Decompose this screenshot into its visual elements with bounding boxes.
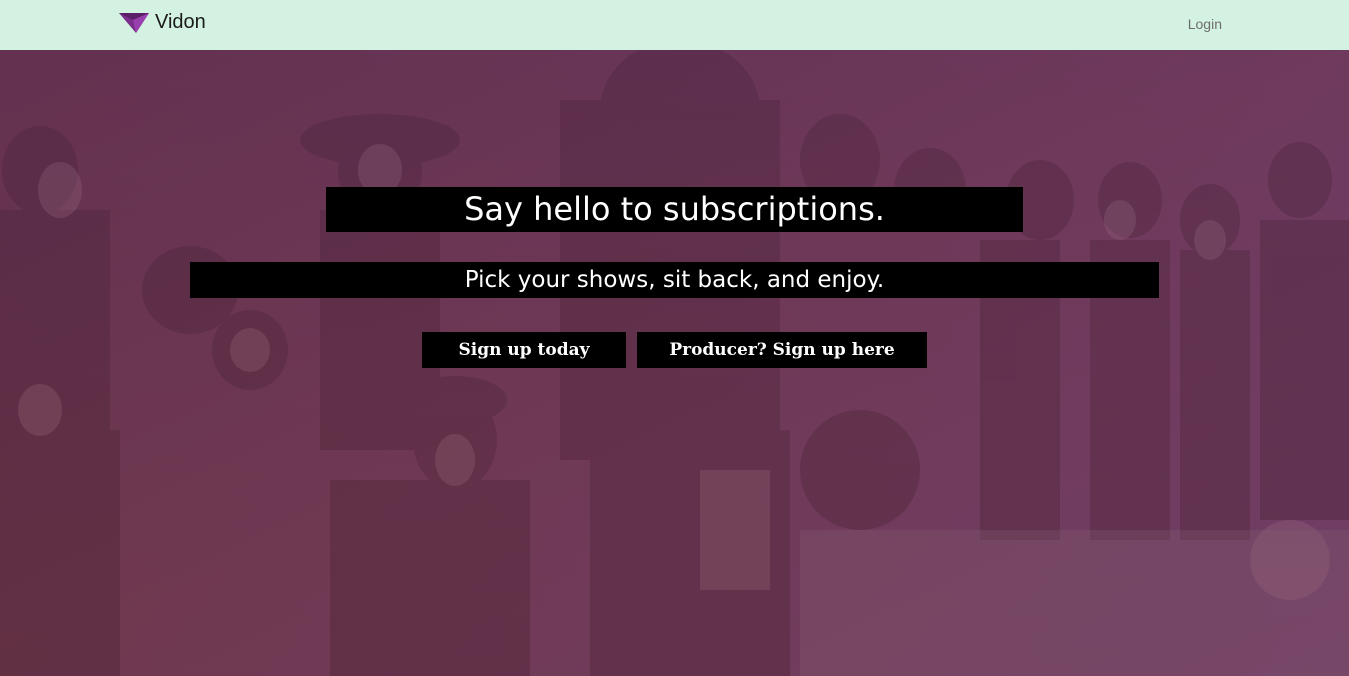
producer-signup-button[interactable]: Producer? Sign up here xyxy=(637,332,927,368)
hero-subheadline: Pick your shows, sit back, and enjoy. xyxy=(190,262,1159,298)
hero-headline: Say hello to subscriptions. xyxy=(326,187,1023,232)
top-navbar: Vidon Login xyxy=(0,0,1349,50)
signup-button[interactable]: Sign up today xyxy=(422,332,626,368)
brand-link[interactable]: Vidon xyxy=(119,10,206,34)
hero-section: Say hello to subscriptions. Pick your sh… xyxy=(0,50,1349,676)
brand-name: Vidon xyxy=(155,11,206,33)
triangle-logo-icon xyxy=(119,11,149,33)
login-link[interactable]: Login xyxy=(1188,16,1222,32)
